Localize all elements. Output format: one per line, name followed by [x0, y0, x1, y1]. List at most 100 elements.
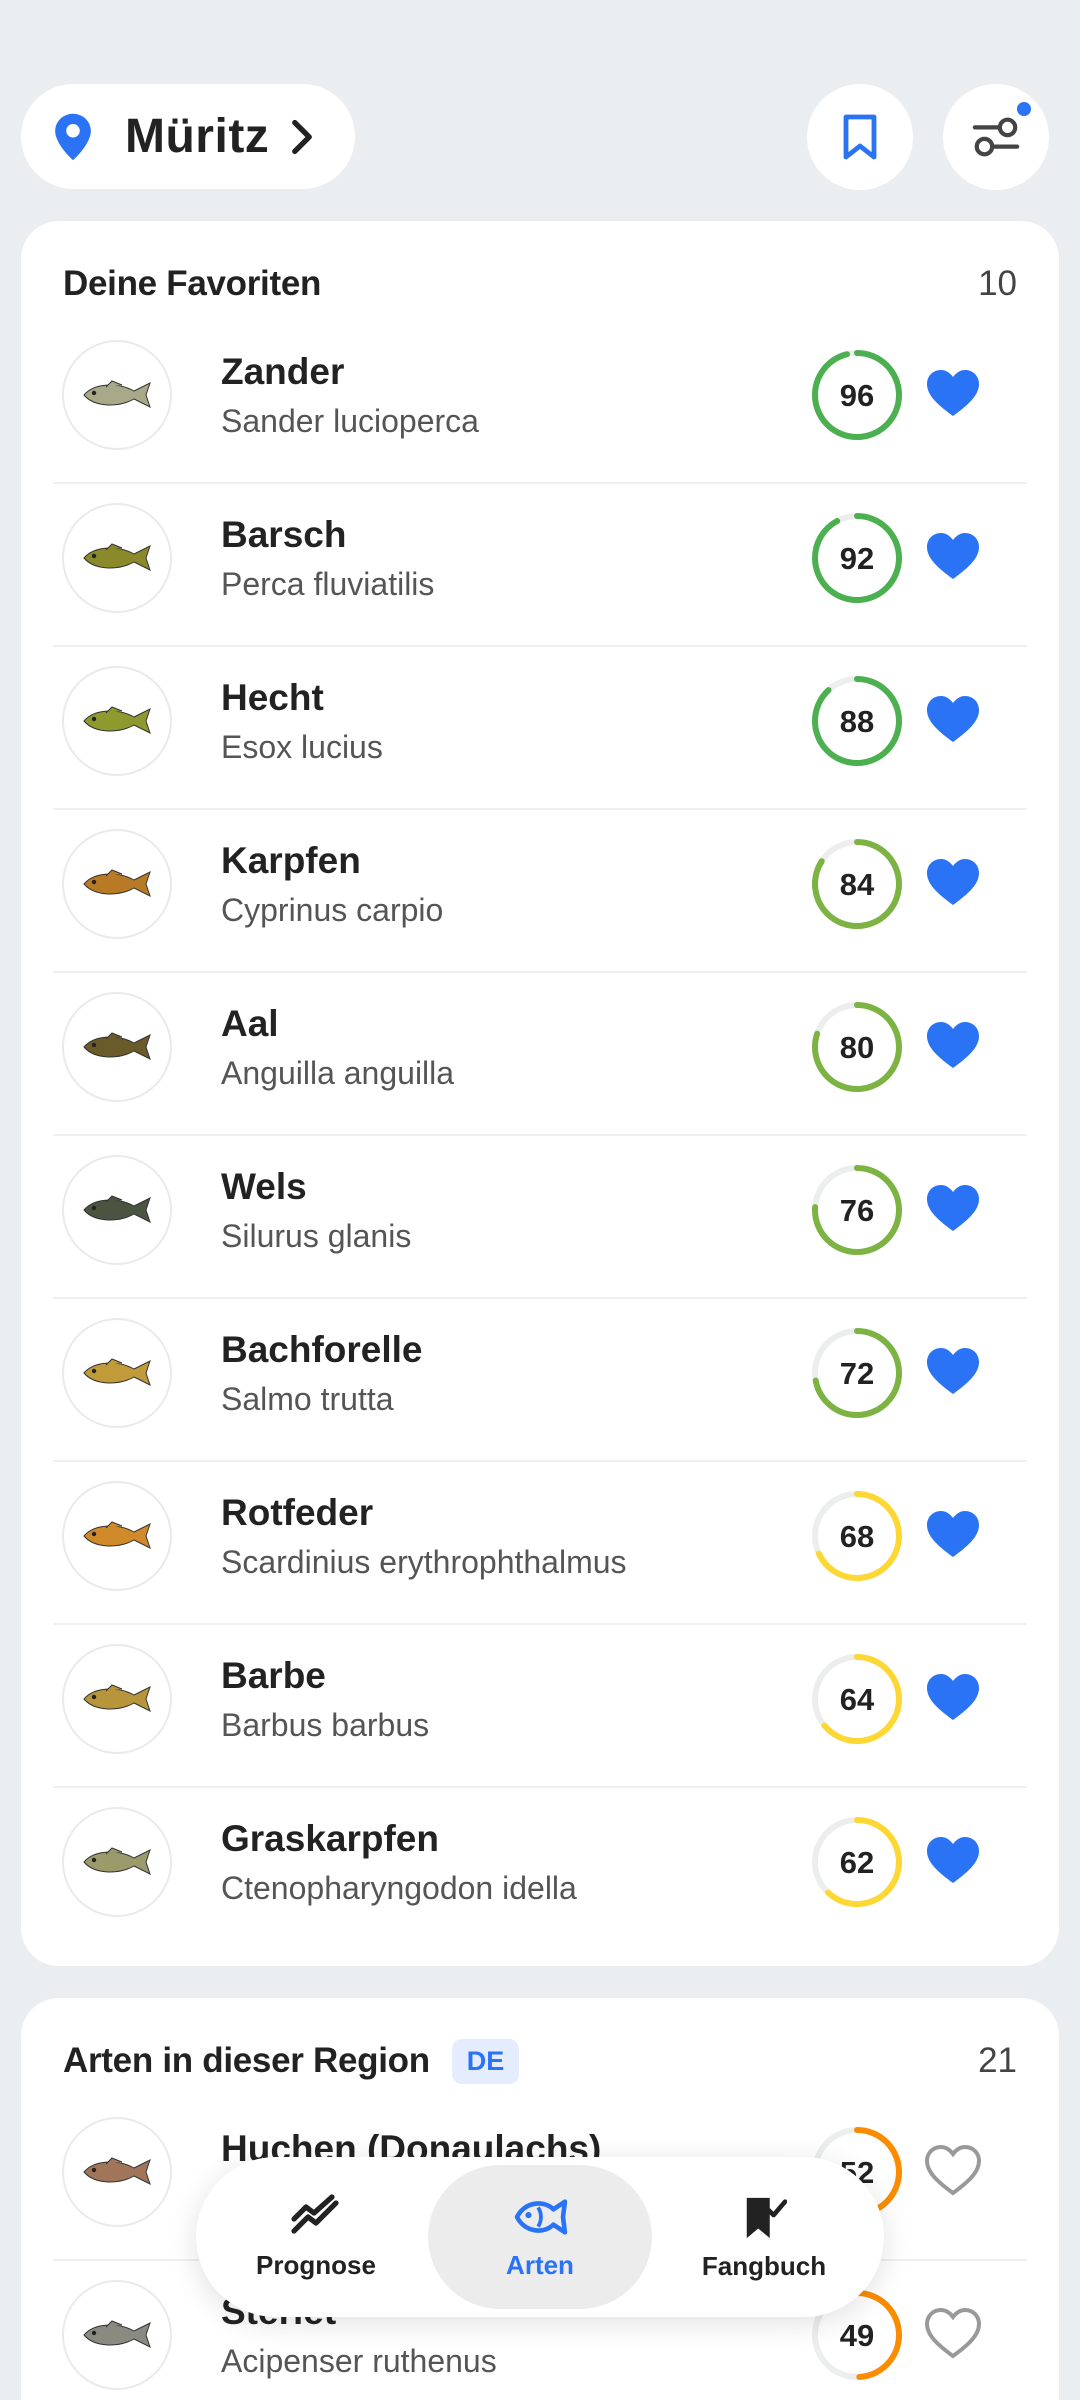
- country-badge: DE: [451, 2038, 520, 2084]
- region-count: 21: [978, 2041, 1017, 2080]
- location-name: Müritz: [125, 110, 270, 163]
- species-thumbnail: [62, 1481, 172, 1591]
- species-row[interactable]: Aal Anguilla anguilla 80: [53, 973, 1027, 1136]
- logbook-bookmark-icon: [746, 2197, 787, 2238]
- favorites-list: Zander Sander lucioperca 96 Barsch Perca flu…: [53, 321, 1027, 1951]
- favorite-heart-icon[interactable]: [925, 531, 981, 583]
- species-row[interactable]: Bachforelle Salmo trutta 72: [53, 1299, 1027, 1462]
- species-latin-name: Ctenopharyngodon idella: [221, 1870, 577, 1906]
- species-thumbnail: [62, 992, 172, 1102]
- score-value: 72: [840, 1356, 874, 1391]
- trend-chart-icon: [291, 2193, 339, 2234]
- species-row[interactable]: Graskarpfen Ctenopharyngodon idella 62: [53, 1788, 1027, 1951]
- favorite-heart-icon[interactable]: [925, 1835, 981, 1887]
- nav-prognose[interactable]: Prognose: [204, 2165, 428, 2309]
- favorite-heart-icon[interactable]: [925, 1672, 981, 1724]
- fish-thumbnail-icon: [83, 543, 151, 571]
- species-latin-name: Cyprinus carpio: [221, 892, 444, 928]
- species-name: Zander: [221, 351, 345, 392]
- score-value: 80: [840, 1030, 874, 1065]
- bookmark-icon: [843, 114, 877, 160]
- fish-icon: [514, 2198, 568, 2235]
- fish-thumbnail-icon: [83, 706, 151, 734]
- fish-thumbnail-icon: [83, 1032, 151, 1060]
- score-value: 49: [840, 2318, 874, 2353]
- fish-thumbnail-icon: [83, 2157, 151, 2185]
- favorite-heart-icon[interactable]: [925, 368, 981, 420]
- fish-thumbnail-icon: [83, 1684, 151, 1712]
- species-thumbnail: [62, 1644, 172, 1754]
- region-title: Arten in dieser Region: [63, 2041, 430, 2080]
- fish-thumbnail-icon: [83, 1195, 151, 1223]
- score-ring: 96: [812, 350, 902, 440]
- score-ring: 88: [812, 676, 902, 766]
- nav-prognose-label: Prognose: [256, 2249, 376, 2280]
- species-row[interactable]: Hecht Esox lucius 88: [53, 647, 1027, 810]
- species-thumbnail: [62, 829, 172, 939]
- species-row[interactable]: Barbe Barbus barbus 64: [53, 1625, 1027, 1788]
- score-value: 92: [840, 541, 874, 576]
- nav-arten-label: Arten: [506, 2249, 574, 2280]
- chevron-right-icon: [292, 119, 313, 154]
- species-thumbnail: [62, 2117, 172, 2227]
- score-value: 68: [840, 1519, 874, 1554]
- favorite-heart-icon[interactable]: [925, 1346, 981, 1398]
- species-latin-name: Salmo trutta: [221, 1381, 394, 1417]
- favorite-heart-icon[interactable]: [925, 1183, 981, 1235]
- favorite-heart-icon[interactable]: [925, 1509, 981, 1561]
- species-name: Barsch: [221, 514, 347, 555]
- species-latin-name: Acipenser ruthenus: [221, 2343, 497, 2379]
- favorites-card: Deine Favoriten 10 Zander Sander lucioper…: [21, 221, 1059, 1966]
- species-latin-name: Scardinius erythrophthalmus: [221, 1544, 627, 1580]
- score-ring: 72: [812, 1328, 902, 1418]
- species-name: Wels: [221, 1166, 307, 1207]
- species-name: Karpfen: [221, 840, 361, 881]
- species-thumbnail: [62, 1807, 172, 1917]
- score-ring: 80: [812, 1002, 902, 1092]
- filter-button[interactable]: [943, 84, 1049, 190]
- species-latin-name: Sander lucioperca: [221, 403, 479, 439]
- nav-arten[interactable]: Arten: [428, 2165, 652, 2309]
- fish-thumbnail-icon: [83, 1358, 151, 1386]
- favorite-heart-icon[interactable]: [925, 694, 981, 746]
- favorite-heart-icon[interactable]: [925, 1020, 981, 1072]
- species-name: Barbe: [221, 1655, 326, 1696]
- species-name: Bachforelle: [221, 1329, 423, 1370]
- score-ring: 62: [812, 1817, 902, 1907]
- species-latin-name: Barbus barbus: [221, 1707, 430, 1743]
- score-value: 62: [840, 1845, 874, 1880]
- species-latin-name: Esox lucius: [221, 729, 383, 765]
- score-value: 88: [840, 704, 874, 739]
- species-name: Aal: [221, 1003, 279, 1044]
- species-row[interactable]: Wels Silurus glanis 76: [53, 1136, 1027, 1299]
- score-ring: 92: [812, 513, 902, 603]
- score-ring: 76: [812, 1165, 902, 1255]
- species-latin-name: Silurus glanis: [221, 1218, 412, 1254]
- score-ring: 64: [812, 1654, 902, 1744]
- species-row[interactable]: Karpfen Cyprinus carpio 84: [53, 810, 1027, 973]
- nav-fangbuch-label: Fangbuch: [701, 2250, 827, 2281]
- species-latin-name: Perca fluviatilis: [221, 566, 435, 602]
- species-row[interactable]: Rotfeder Scardinius erythrophthalmus 68: [53, 1462, 1027, 1625]
- fish-thumbnail-icon: [83, 380, 151, 408]
- species-thumbnail: [62, 1155, 172, 1265]
- favorite-heart-outline-icon[interactable]: [925, 2308, 981, 2360]
- score-ring: 68: [812, 1491, 902, 1581]
- species-thumbnail: [62, 1318, 172, 1428]
- species-thumbnail: [62, 503, 172, 613]
- nav-fangbuch[interactable]: Fangbuch: [652, 2165, 876, 2309]
- species-row[interactable]: Zander Sander lucioperca 96: [53, 321, 1027, 484]
- bookmarks-button[interactable]: [807, 84, 913, 190]
- location-selector[interactable]: Müritz: [21, 84, 355, 189]
- fish-thumbnail-icon: [83, 869, 151, 897]
- fish-thumbnail-icon: [83, 1521, 151, 1549]
- score-value: 84: [840, 867, 875, 902]
- bottom-navigation: Prognose Arten Fangbuch: [196, 2157, 884, 2317]
- fish-thumbnail-icon: [83, 1847, 151, 1875]
- favorite-heart-icon[interactable]: [925, 857, 981, 909]
- species-thumbnail: [62, 2280, 172, 2390]
- location-pin-icon: [55, 113, 91, 160]
- favorite-heart-outline-icon[interactable]: [925, 2145, 981, 2197]
- species-row[interactable]: Barsch Perca fluviatilis 92: [53, 484, 1027, 647]
- score-value: 64: [840, 1682, 875, 1717]
